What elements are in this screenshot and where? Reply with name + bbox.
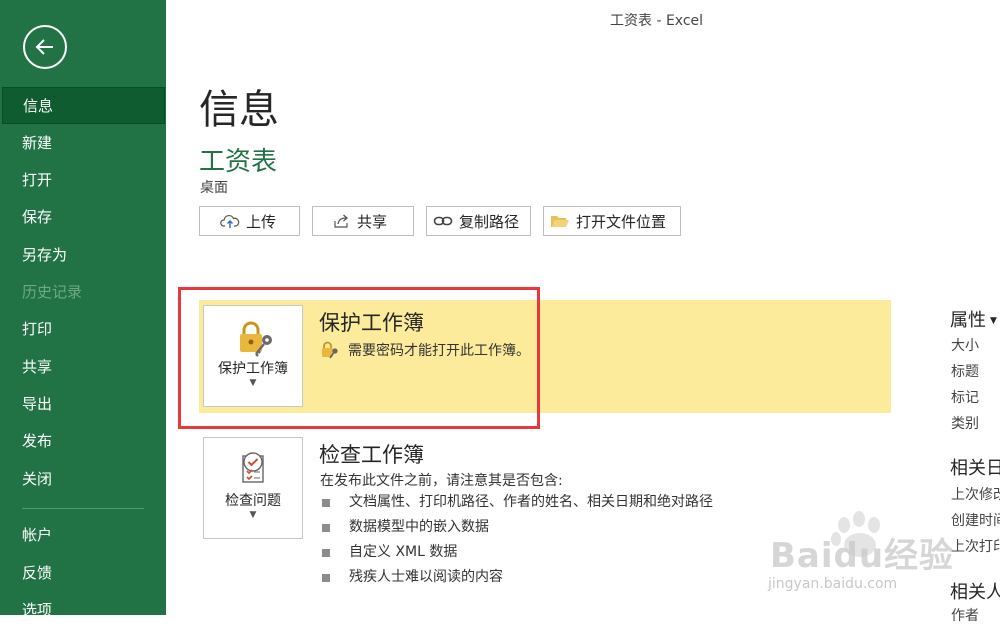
file-location: 桌面 bbox=[200, 180, 228, 196]
inspect-workbook-heading: 检查工作簿 bbox=[319, 443, 424, 467]
list-item: 数据模型中的嵌入数据 bbox=[322, 515, 713, 540]
bullet-text: 文档属性、打印机路径、作者的姓名、相关日期和绝对路径 bbox=[349, 494, 713, 510]
nav-item-print[interactable]: 打印 bbox=[0, 311, 166, 348]
inspect-workbook-description: 在发布此文件之前，请注意其是否包含: bbox=[320, 473, 563, 489]
nav-item-account[interactable]: 帐户 bbox=[0, 517, 166, 554]
bullet-text: 自定义 XML 数据 bbox=[349, 544, 458, 560]
list-item: 残疾人士难以阅读的内容 bbox=[322, 565, 713, 590]
properties-heading[interactable]: 属性 ▼ bbox=[950, 306, 997, 332]
open-file-location-button[interactable]: 打开文件位置 bbox=[543, 206, 681, 236]
watermark-url: jingyan.baidu.com bbox=[768, 576, 898, 592]
upload-button[interactable]: 上传 bbox=[199, 206, 300, 236]
property-size: 大小 bbox=[951, 338, 979, 354]
property-last-modified: 上次修改 bbox=[951, 487, 1000, 503]
list-item: 自定义 XML 数据 bbox=[322, 540, 713, 565]
nav-item-save[interactable]: 保存 bbox=[0, 199, 166, 236]
bullet-text: 残疾人士难以阅读的内容 bbox=[349, 569, 503, 585]
bullet-square-icon bbox=[322, 498, 330, 507]
folder-open-icon bbox=[551, 216, 569, 227]
share-label: 共享 bbox=[357, 212, 388, 231]
copy-path-button[interactable]: 复制路径 bbox=[426, 206, 531, 236]
open-file-location-label: 打开文件位置 bbox=[576, 212, 667, 231]
backstage-sidebar: 信息 新建 打开 保存 另存为 历史记录 打印 共享 导出 发布 关闭 帐户 反… bbox=[0, 0, 166, 619]
nav-item-new[interactable]: 新建 bbox=[0, 125, 166, 162]
share-button[interactable]: 共享 bbox=[312, 206, 414, 236]
nav-item-options[interactable]: 选项 bbox=[0, 592, 166, 629]
check-for-issues-button[interactable]: 检查问题 ▼ bbox=[203, 437, 303, 539]
nav-item-share[interactable]: 共享 bbox=[0, 349, 166, 386]
bullet-square-icon bbox=[322, 573, 330, 582]
nav-item-publish[interactable]: 发布 bbox=[0, 423, 166, 460]
bullet-square-icon bbox=[322, 523, 330, 532]
cloud-upload-icon bbox=[220, 215, 240, 228]
link-icon bbox=[433, 216, 453, 226]
window-title: 工资表 - Excel bbox=[610, 13, 704, 29]
inspect-bullet-list: 文档属性、打印机路径、作者的姓名、相关日期和绝对路径 数据模型中的嵌入数据 自定… bbox=[322, 490, 713, 590]
nav-divider bbox=[22, 508, 144, 509]
copy-path-label: 复制路径 bbox=[459, 212, 520, 231]
property-title: 标题 bbox=[951, 364, 979, 380]
back-arrow-icon[interactable] bbox=[23, 25, 67, 69]
check-for-issues-tile-label: 检查问题 bbox=[225, 493, 281, 509]
annotation-highlight-box bbox=[178, 287, 540, 429]
property-tags: 标记 bbox=[951, 390, 979, 406]
nav-item-export[interactable]: 导出 bbox=[0, 386, 166, 423]
bullet-text: 数据模型中的嵌入数据 bbox=[349, 519, 489, 535]
related-dates-heading: 相关日 bbox=[950, 458, 1000, 479]
chevron-down-icon: ▼ bbox=[249, 510, 257, 520]
chevron-down-icon: ▼ bbox=[990, 316, 997, 326]
bullet-square-icon bbox=[322, 548, 330, 557]
inspect-document-icon bbox=[242, 452, 264, 483]
share-icon bbox=[334, 214, 348, 228]
property-category: 类别 bbox=[951, 416, 979, 432]
page-title: 信息 bbox=[199, 87, 279, 133]
nav-item-history: 历史记录 bbox=[22, 283, 83, 301]
upload-label: 上传 bbox=[246, 212, 277, 231]
nav-item-close[interactable]: 关闭 bbox=[0, 461, 166, 498]
nav-item-open[interactable]: 打开 bbox=[0, 162, 166, 199]
list-item: 文档属性、打印机路径、作者的姓名、相关日期和绝对路径 bbox=[322, 490, 713, 515]
nav-item-feedback[interactable]: 反馈 bbox=[0, 555, 166, 592]
nav-item-info[interactable]: 信息 bbox=[2, 87, 165, 124]
watermark-brand: Baidu经验 bbox=[770, 536, 955, 576]
file-name: 工资表 bbox=[199, 147, 278, 177]
nav-item-save-as[interactable]: 另存为 bbox=[0, 237, 166, 274]
